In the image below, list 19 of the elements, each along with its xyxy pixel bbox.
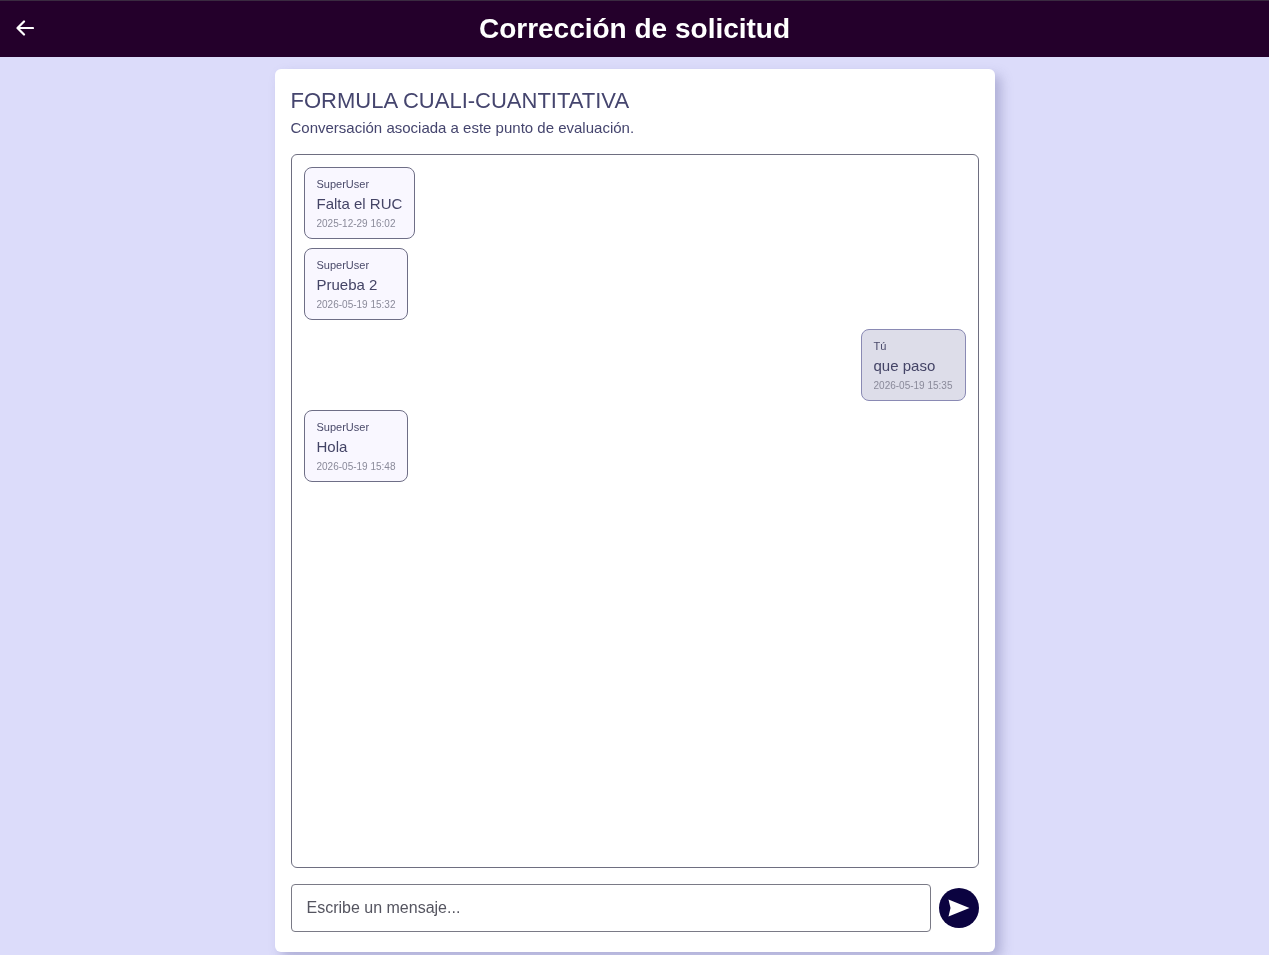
message-time: 2026-05-19 15:32 — [316, 298, 396, 312]
message-text: que paso — [873, 356, 937, 376]
section-subtitle: Conversación asociada a este punto de evaluación. — [290, 118, 636, 138]
message-input[interactable]: Escribe un mensaje... — [290, 884, 931, 932]
message-text: Falta el RUC — [316, 194, 403, 214]
message-sender: SuperUser — [316, 420, 371, 435]
message-sender: SuperUser — [316, 177, 371, 192]
message-sender: Tú — [873, 339, 888, 354]
send-icon — [947, 899, 970, 917]
message-text: Prueba 2 — [316, 275, 379, 295]
message-time: 2026-05-19 15:48 — [316, 460, 396, 474]
message-text: Hola — [316, 437, 349, 457]
page-title: Corrección de solicitud — [478, 12, 791, 46]
message-time: 2026-05-19 15:35 — [873, 379, 953, 393]
section-title: FORMULA CUALI-CUANTITATIVA — [290, 87, 631, 115]
back-arrow-icon — [16, 20, 34, 36]
message-time: 2025-12-29 16:02 — [316, 217, 397, 231]
send-button[interactable] — [938, 888, 979, 928]
message-sender: SuperUser — [316, 258, 371, 273]
